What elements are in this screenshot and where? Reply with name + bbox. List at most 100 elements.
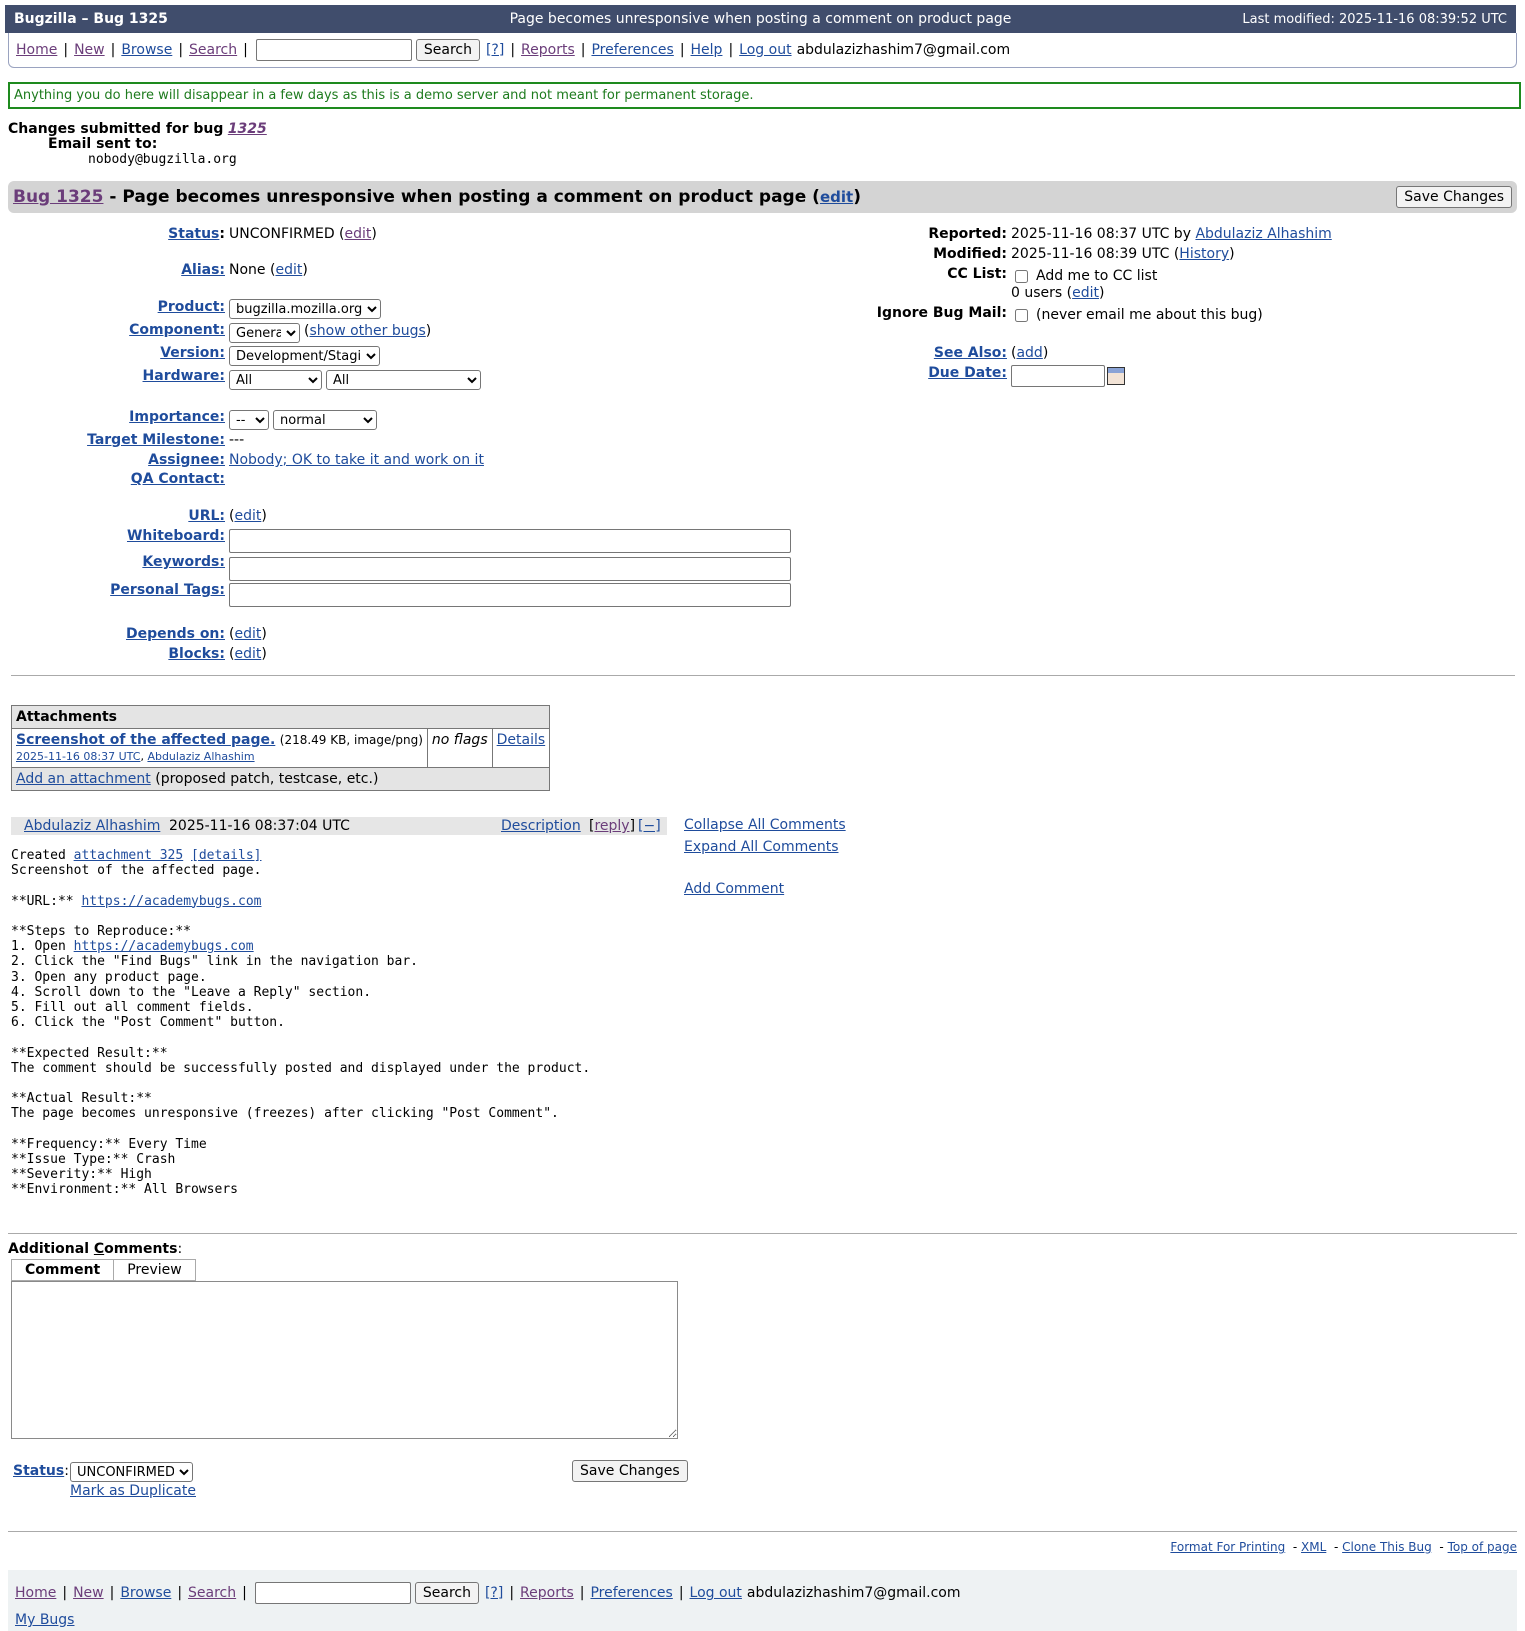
nav-browse-link[interactable]: Browse bbox=[121, 42, 172, 58]
expand-all-comments-link[interactable]: Expand All Comments bbox=[684, 839, 839, 855]
comment-description-link[interactable]: Description bbox=[501, 818, 581, 834]
bottom-status-select[interactable]: UNCONFIRMED bbox=[70, 1462, 193, 1482]
whiteboard-input[interactable] bbox=[229, 529, 791, 553]
add-attachment-link[interactable]: Add an attachment bbox=[16, 771, 151, 787]
see-also-label-link[interactable]: See Also: bbox=[934, 345, 1007, 361]
collapse-all-comments-link[interactable]: Collapse All Comments bbox=[684, 817, 846, 833]
product-select[interactable]: bugzilla.mozilla.org bbox=[229, 299, 381, 319]
milestone-label-link[interactable]: Target Milestone: bbox=[87, 432, 225, 448]
footer-home-link[interactable]: Home bbox=[15, 1585, 56, 1601]
priority-select[interactable]: -- bbox=[229, 410, 269, 430]
quicksearch-input[interactable] bbox=[255, 39, 412, 61]
qa-contact-label-link[interactable]: QA Contact: bbox=[131, 471, 225, 487]
footer-quicksearch-input[interactable] bbox=[254, 1582, 411, 1604]
component-label-link[interactable]: Component: bbox=[129, 322, 225, 338]
url-label-link[interactable]: URL: bbox=[188, 508, 225, 524]
importance-label-link[interactable]: Importance: bbox=[129, 409, 225, 425]
blocks-edit-link[interactable]: edit bbox=[234, 646, 261, 662]
due-date-input[interactable] bbox=[1011, 365, 1105, 387]
add-comment-link[interactable]: Add Comment bbox=[684, 881, 784, 897]
nav-reports-link[interactable]: Reports bbox=[521, 42, 575, 58]
severity-select[interactable]: normal bbox=[273, 410, 377, 430]
comment-steps-url-link[interactable]: https://academybugs.com bbox=[74, 939, 254, 954]
format-for-printing-link[interactable]: Format For Printing bbox=[1170, 1540, 1285, 1554]
tab-preview[interactable]: Preview bbox=[114, 1259, 196, 1281]
cc-edit-link[interactable]: edit bbox=[1072, 285, 1099, 301]
alias-value: None (edit) bbox=[229, 262, 308, 278]
nav-search-link[interactable]: Search bbox=[189, 42, 237, 58]
save-changes-top-button[interactable]: Save Changes bbox=[1396, 186, 1512, 208]
modified-label: Modified: bbox=[933, 246, 1007, 262]
hardware-label-link[interactable]: Hardware: bbox=[143, 368, 225, 384]
alias-edit-link[interactable]: edit bbox=[275, 262, 302, 278]
nav-logout-link[interactable]: Log out bbox=[739, 42, 791, 58]
keywords-label-link[interactable]: Keywords: bbox=[142, 554, 225, 570]
mark-as-duplicate-link[interactable]: Mark as Duplicate bbox=[70, 1483, 196, 1499]
due-date-label-link[interactable]: Due Date: bbox=[928, 365, 1007, 381]
comment-author-link[interactable]: Abdulaziz Alhashim bbox=[24, 818, 160, 834]
version-select[interactable]: Development/Staging bbox=[229, 346, 380, 366]
alias-label-link[interactable]: Alias: bbox=[181, 262, 225, 278]
history-link[interactable]: History bbox=[1179, 246, 1229, 262]
url-edit-link[interactable]: edit bbox=[234, 508, 261, 524]
depends-on-edit-link[interactable]: edit bbox=[234, 626, 261, 642]
comment-url-link[interactable]: https://academybugs.com bbox=[81, 894, 261, 909]
status-edit-link[interactable]: edit bbox=[345, 226, 372, 242]
nav-preferences-link[interactable]: Preferences bbox=[591, 42, 673, 58]
attachment-date-link[interactable]: 2025-11-16 08:37 UTC bbox=[16, 750, 140, 763]
tab-comment[interactable]: Comment bbox=[11, 1259, 115, 1281]
edit-summary-link[interactable]: edit bbox=[820, 188, 853, 206]
status-label-link[interactable]: Status bbox=[168, 226, 219, 242]
component-select[interactable]: General bbox=[229, 323, 300, 343]
nav-new-link[interactable]: New bbox=[74, 42, 105, 58]
keywords-input[interactable] bbox=[229, 557, 791, 581]
footer-quicksearch-button[interactable]: Search bbox=[414, 1582, 479, 1604]
comment-reply-link[interactable]: reply bbox=[594, 818, 629, 834]
submitted-bug-link[interactable]: 1325 bbox=[228, 121, 267, 137]
add-to-cc-checkbox[interactable] bbox=[1015, 269, 1028, 283]
quicksearch-help-link[interactable]: [?] bbox=[486, 42, 504, 58]
bottom-status-label-link[interactable]: Status bbox=[13, 1463, 64, 1479]
ignore-bug-mail-checkbox[interactable] bbox=[1015, 308, 1028, 322]
blocks-label-link[interactable]: Blocks: bbox=[168, 646, 225, 662]
modified-info: 2025-11-16 08:39 UTC (History) bbox=[1011, 246, 1235, 262]
attachment-details-link[interactable]: Details bbox=[497, 732, 546, 748]
os-select[interactable]: All bbox=[326, 370, 481, 390]
my-bugs-link[interactable]: My Bugs bbox=[15, 1612, 74, 1628]
personal-tags-input[interactable] bbox=[229, 583, 791, 607]
depends-on-label-link[interactable]: Depends on: bbox=[126, 626, 225, 642]
email-sent-label: Email sent to: bbox=[48, 136, 158, 152]
footer-search-link[interactable]: Search bbox=[188, 1585, 236, 1601]
top-of-page-link[interactable]: Top of page bbox=[1448, 1540, 1517, 1554]
whiteboard-label-link[interactable]: Whiteboard: bbox=[127, 528, 225, 544]
nav-home-link[interactable]: Home bbox=[16, 42, 57, 58]
see-also-add-link[interactable]: add bbox=[1016, 345, 1042, 361]
xml-link[interactable]: XML bbox=[1301, 1540, 1326, 1554]
save-changes-bottom-button[interactable]: Save Changes bbox=[572, 1460, 688, 1482]
clone-bug-link[interactable]: Clone This Bug bbox=[1342, 1540, 1432, 1554]
footer-logout-link[interactable]: Log out bbox=[690, 1585, 742, 1601]
assignee-label-link[interactable]: Assignee: bbox=[148, 452, 225, 468]
quicksearch-button[interactable]: Search bbox=[415, 39, 480, 61]
show-other-bugs-link[interactable]: show other bugs bbox=[309, 323, 425, 339]
comment-textarea[interactable] bbox=[11, 1281, 678, 1439]
nav-help-link[interactable]: Help bbox=[691, 42, 723, 58]
reporter-link[interactable]: Abdulaziz Alhashim bbox=[1195, 226, 1331, 242]
footer-browse-link[interactable]: Browse bbox=[120, 1585, 171, 1601]
product-label-link[interactable]: Product: bbox=[158, 299, 225, 315]
attachment-author-link[interactable]: Abdulaziz Alhashim bbox=[147, 750, 254, 763]
platform-select[interactable]: All bbox=[229, 370, 322, 390]
footer-preferences-link[interactable]: Preferences bbox=[590, 1585, 672, 1601]
comment-attachment-details-link[interactable]: [details] bbox=[191, 848, 261, 863]
assignee-link[interactable]: Nobody; OK to take it and work on it bbox=[229, 452, 484, 468]
attachment-title-link[interactable]: Screenshot of the affected page. bbox=[16, 732, 275, 748]
personal-tags-label-link[interactable]: Personal Tags: bbox=[110, 582, 225, 598]
bug-id-link[interactable]: Bug 1325 bbox=[13, 187, 103, 207]
version-label-link[interactable]: Version: bbox=[160, 345, 225, 361]
comment-collapse-link[interactable]: [−] bbox=[638, 818, 661, 834]
comment-attachment-link[interactable]: attachment 325 bbox=[74, 848, 184, 863]
footer-help-q-link[interactable]: [?] bbox=[485, 1585, 503, 1601]
footer-new-link[interactable]: New bbox=[73, 1585, 104, 1601]
calendar-icon[interactable] bbox=[1107, 367, 1125, 385]
footer-reports-link[interactable]: Reports bbox=[520, 1585, 574, 1601]
